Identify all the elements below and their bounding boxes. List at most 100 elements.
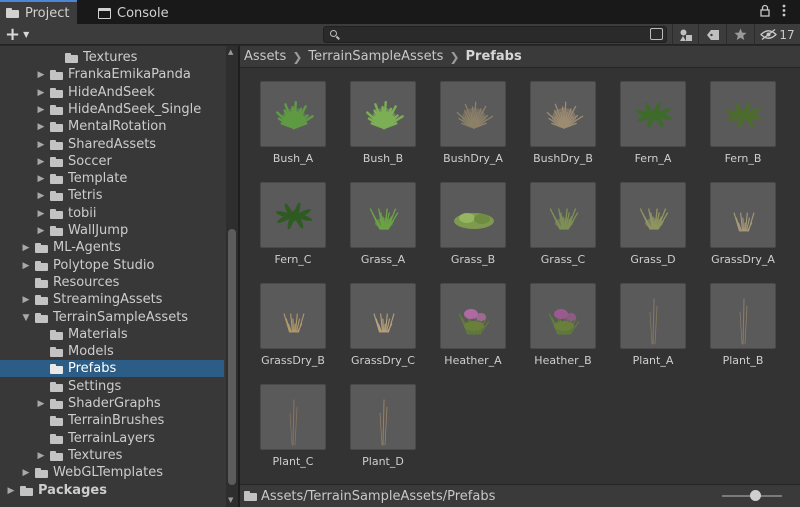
search-by-label-button[interactable] [698,24,726,45]
expand-arrow-icon[interactable]: ▶ [36,399,46,409]
tree-item-hideandseek[interactable]: ▶ HideAndSeek [0,84,224,101]
expand-arrow-icon[interactable]: ▶ [36,451,46,461]
tree-item-packages[interactable]: ▶ Packages [0,482,224,499]
tree-item-settings[interactable]: Settings [0,378,224,395]
favorites-button[interactable] [726,24,754,45]
folder-tree-scrollbar[interactable]: ▲ ▼ [226,46,238,507]
tree-item-webgltemplates[interactable]: ▶ WebGLTemplates [0,464,224,481]
tree-item-polytope-studio[interactable]: ▶ Polytope Studio [0,257,224,274]
star-icon [734,28,747,40]
asset-item-grass-d[interactable]: Grass_D [610,170,690,268]
tree-item-ml-agents[interactable]: ▶ ML-Agents [0,239,224,256]
expand-arrow-icon[interactable]: ▶ [36,209,46,219]
tree-item-tetris[interactable]: ▶ Tetris [0,187,224,204]
expand-arrow-icon[interactable]: ▶ [36,88,46,98]
folder-icon [50,87,63,98]
asset-label: Plant_B [722,354,764,367]
asset-item-grass-a[interactable]: Grass_A [340,170,420,268]
tree-item-tobii[interactable]: ▶ tobii [0,205,224,222]
expand-arrow-icon[interactable]: ▶ [36,174,46,184]
tree-item-streamingassets[interactable]: ▶ StreamingAssets [0,291,224,308]
asset-item-heather-b[interactable]: Heather_B [520,271,600,369]
tree-item-template[interactable]: ▶ Template [0,170,224,187]
asset-label: Heather_A [444,354,502,367]
tree-item-soccer[interactable]: ▶ Soccer [0,153,224,170]
chevron-down-icon: ▼ [23,30,30,39]
expand-arrow-icon[interactable]: ▶ [36,157,46,167]
tree-item-models[interactable]: Models [0,343,224,360]
tree-item-materials[interactable]: Materials [0,326,224,343]
tree-item-prefabs[interactable]: Prefabs [0,360,224,378]
tree-item-resources[interactable]: Resources [0,274,224,291]
folder-icon [35,295,48,306]
asset-item-fern-b[interactable]: Fern_B [700,69,780,167]
scroll-down-icon[interactable]: ▼ [228,496,233,504]
plus-icon: + [5,23,21,45]
expand-arrow-icon[interactable]: ▶ [36,191,46,201]
expand-arrow-icon[interactable]: ▶ [36,122,46,132]
tab-project[interactable]: Project [0,0,78,24]
asset-label: Grass_C [540,253,586,266]
folder-icon [35,468,48,479]
zoom-slider-knob[interactable] [749,490,761,501]
search-scope-icon[interactable] [650,28,663,40]
search-by-type-button[interactable] [672,24,698,45]
search-input[interactable] [342,27,646,42]
asset-item-heather-a[interactable]: Heather_A [430,271,510,369]
tree-item-hideandseek-single[interactable]: ▶ HideAndSeek_Single [0,101,224,118]
tab-console[interactable]: Console [92,2,177,24]
asset-item-grassdry-a[interactable]: GrassDry_A [700,170,780,268]
tree-item-textures[interactable]: Textures [0,49,224,66]
asset-item-plant-a[interactable]: Plant_A [610,271,690,369]
breadcrumb-current[interactable]: Prefabs [466,49,522,64]
asset-label: Fern_A [634,152,672,165]
expand-arrow-icon[interactable]: ▶ [21,243,31,253]
breadcrumb-item-terrainsampleassets[interactable]: TerrainSampleAssets [308,49,443,64]
asset-item-bush-a[interactable]: Bush_A [250,69,330,167]
lock-icon[interactable] [760,4,770,21]
asset-item-grassdry-b[interactable]: GrassDry_B [250,271,330,369]
expand-arrow-open-icon[interactable]: ▼ [21,313,31,323]
expand-arrow-icon[interactable]: ▶ [36,140,46,150]
tree-item-shadergraphs[interactable]: ▶ ShaderGraphs [0,395,224,412]
zoom-slider[interactable] [722,490,782,501]
asset-item-plant-b[interactable]: Plant_B [700,271,780,369]
expand-arrow-icon[interactable]: ▶ [21,468,31,478]
asset-item-plant-c[interactable]: Plant_C [250,372,330,470]
tree-item-label: HideAndSeek_Single [68,101,202,117]
expand-arrow-icon[interactable]: ▶ [21,261,31,271]
breadcrumb: Assets ❯ TerrainSampleAssets ❯ Prefabs [240,46,800,68]
tree-item-frankaemikapanda[interactable]: ▶ FrankaEmikaPanda [0,66,224,83]
asset-item-grass-c[interactable]: Grass_C [520,170,600,268]
asset-thumbnail [350,81,416,147]
expand-arrow-icon[interactable]: ▶ [36,226,46,236]
asset-item-bush-b[interactable]: Bush_B [340,69,420,167]
expand-arrow-icon[interactable]: ▶ [36,70,46,80]
tree-item-terrainbrushes[interactable]: TerrainBrushes [0,412,224,429]
scrollbar-thumb[interactable] [228,229,236,485]
asset-item-bushdry-b[interactable]: BushDry_B [520,69,600,167]
create-dropdown-button[interactable]: + ▼ [5,24,29,45]
asset-item-bushdry-a[interactable]: BushDry_A [430,69,510,167]
tree-item-mentalrotation[interactable]: ▶ MentalRotation [0,118,224,135]
asset-item-grass-b[interactable]: Grass_B [430,170,510,268]
tree-item-terrainsampleassets[interactable]: ▼ TerrainSampleAssets [0,309,224,326]
hidden-packages-toggle[interactable]: 17 [754,24,800,45]
tree-item-textures[interactable]: ▶ Textures [0,447,224,464]
expand-arrow-icon[interactable]: ▶ [6,486,16,496]
search-field[interactable] [323,26,667,43]
breadcrumb-item-assets[interactable]: Assets [244,49,286,64]
tree-item-terrainlayers[interactable]: TerrainLayers [0,430,224,447]
asset-thumbnail [710,283,776,349]
asset-item-grassdry-c[interactable]: GrassDry_C [340,271,420,369]
expand-arrow-icon[interactable]: ▶ [36,105,46,115]
asset-item-fern-a[interactable]: Fern_A [610,69,690,167]
asset-item-fern-c[interactable]: Fern_C [250,170,330,268]
tree-item-walljump[interactable]: ▶ WallJump [0,222,224,239]
asset-item-plant-d[interactable]: Plant_D [340,372,420,470]
folder-icon [50,399,63,409]
kebab-menu-icon[interactable] [782,4,786,21]
expand-arrow-icon[interactable]: ▶ [21,295,31,305]
scroll-up-icon[interactable]: ▲ [228,48,233,56]
tree-item-sharedassets[interactable]: ▶ SharedAssets [0,136,224,153]
